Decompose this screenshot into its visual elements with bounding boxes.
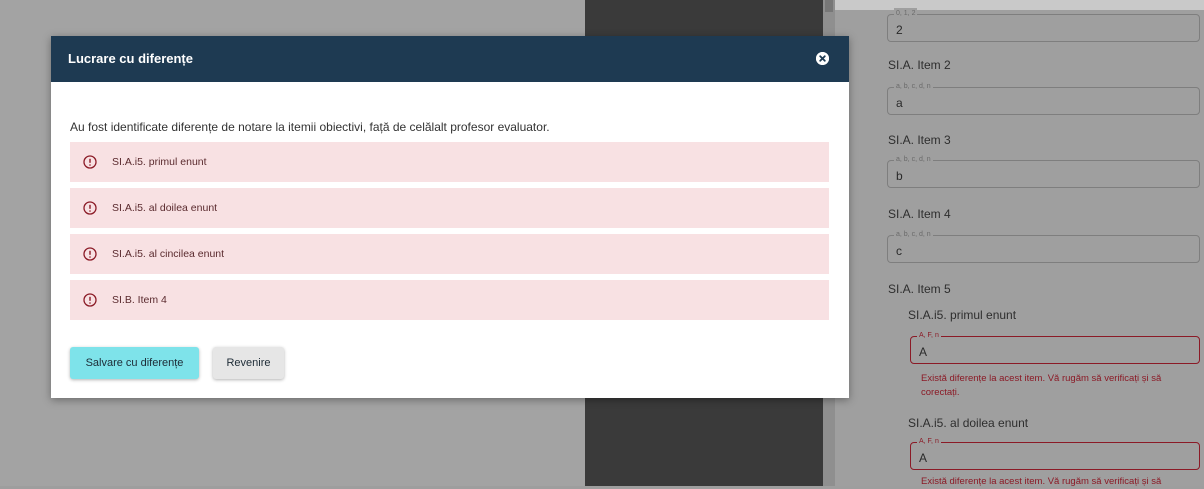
- save-with-differences-button[interactable]: Salvare cu diferențe: [70, 347, 199, 379]
- close-icon[interactable]: [816, 52, 829, 65]
- dialog-header: Lucrare cu diferențe: [51, 36, 849, 82]
- field-error-message: Există diferențe la acest item. Vă rugăm…: [921, 476, 1162, 487]
- field-value: 2: [896, 23, 903, 37]
- difference-item: SI.A.i5. al cincilea enunt: [70, 234, 829, 274]
- alert-circle-icon: [83, 247, 97, 266]
- field-legend: a, b, c, d, n: [894, 81, 933, 93]
- answer-field-item4[interactable]: a, b, c, d, n c: [887, 229, 1200, 263]
- answer-field-i5-primul[interactable]: A, F, n A: [910, 330, 1200, 364]
- difference-label: SI.A.i5. al doilea enunt: [112, 202, 218, 214]
- difference-item: SI.B. Item 4: [70, 280, 829, 320]
- differences-dialog: Lucrare cu diferențe Au fost identificat…: [51, 36, 849, 398]
- field-legend: A, F, n: [917, 330, 941, 342]
- field-value: A: [919, 451, 928, 465]
- field-value: a: [896, 96, 903, 110]
- field-error-message: Există diferențe la acest item. Vă rugăm…: [921, 373, 1162, 398]
- answer-field-item3[interactable]: a, b, c, d, n b: [887, 154, 1200, 188]
- field-legend: 0, 1, 2: [894, 8, 918, 20]
- difference-item: SI.A.i5. primul enunt: [70, 142, 829, 182]
- subitem-label: SI.A.i5. primul enunt: [908, 308, 1017, 322]
- field-value: b: [896, 169, 903, 183]
- difference-label: SI.B. Item 4: [112, 294, 167, 306]
- difference-label: SI.A.i5. al cincilea enunt: [112, 248, 225, 260]
- dialog-title: Lucrare cu diferențe: [68, 51, 193, 66]
- alert-circle-icon: [83, 293, 97, 312]
- dialog-message: Au fost identificate diferențe de notare…: [70, 120, 550, 134]
- form-top-strip: [835, 0, 1204, 10]
- difference-label: SI.A.i5. primul enunt: [112, 156, 207, 168]
- subitem-label: SI.A.i5. al doilea enunt: [908, 416, 1029, 430]
- difference-item: SI.A.i5. al doilea enunt: [70, 188, 829, 228]
- item-label: SI.A. Item 4: [888, 207, 951, 221]
- alert-circle-icon: [83, 201, 97, 220]
- differences-list: SI.A.i5. primul enunt SI.A.i5. al doilea…: [70, 142, 829, 326]
- back-button[interactable]: Revenire: [213, 347, 284, 379]
- item-label: SI.A. Item 3: [888, 133, 951, 147]
- answer-field-i5-al-doilea[interactable]: A, F, n A: [910, 436, 1200, 470]
- field-legend: a, b, c, d, n: [894, 229, 933, 241]
- alert-circle-icon: [83, 155, 97, 174]
- field-legend: A, F, n: [917, 436, 941, 448]
- item-label: SI.A. Item 2: [888, 58, 951, 72]
- field-value: A: [919, 345, 928, 359]
- scrollbar-thumb[interactable]: [825, 0, 833, 12]
- answer-field-item2[interactable]: a, b, c, d, n a: [887, 81, 1200, 115]
- score-field-item1[interactable]: 0, 1, 2 2: [887, 8, 1200, 42]
- field-value: c: [896, 244, 902, 258]
- field-legend: a, b, c, d, n: [894, 154, 933, 166]
- item-label: SI.A. Item 5: [888, 282, 951, 296]
